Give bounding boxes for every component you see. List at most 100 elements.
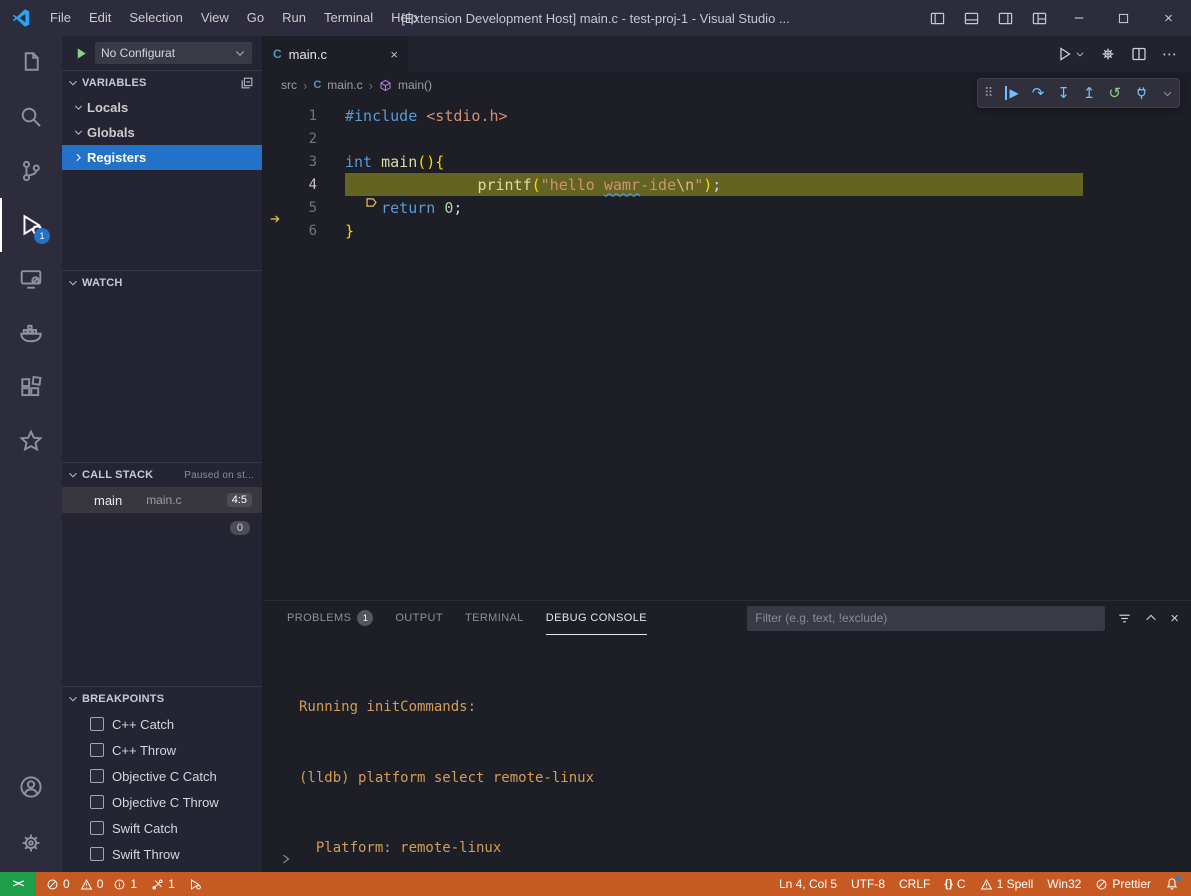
tab-output[interactable]: OUTPUT	[395, 601, 443, 635]
call-stack-header[interactable]: CALL STACK Paused on st...	[62, 463, 262, 487]
formatter-status[interactable]: Prettier	[1095, 877, 1151, 891]
tab-debug-console[interactable]: DEBUG CONSOLE	[546, 601, 647, 635]
vscode-logo-icon	[11, 8, 31, 28]
explorer-icon[interactable]	[0, 36, 62, 90]
checkbox[interactable]	[90, 821, 104, 835]
line-number[interactable]: 2	[263, 131, 317, 147]
breadcrumb-src[interactable]: src	[281, 78, 297, 92]
close-button[interactable]: ×	[1146, 0, 1191, 36]
checkbox[interactable]	[90, 717, 104, 731]
start-debug-icon[interactable]	[74, 46, 89, 61]
run-and-debug-icon[interactable]: 1	[0, 198, 62, 252]
breakpoint-row[interactable]: C++ Throw	[62, 737, 262, 763]
breakpoint-row[interactable]: Objective C Catch	[62, 763, 262, 789]
variables-locals-row[interactable]: Locals	[62, 95, 262, 120]
variables-registers-row[interactable]: Registers	[62, 145, 262, 170]
cursor-position[interactable]: Ln 4, Col 5	[779, 877, 837, 891]
remote-explorer-icon[interactable]	[0, 252, 62, 306]
menu-edit[interactable]: Edit	[80, 0, 120, 36]
menu-terminal[interactable]: Terminal	[315, 0, 382, 36]
more-actions-icon[interactable]: ⋯	[1162, 45, 1177, 63]
restart-icon[interactable]: ↺	[1108, 84, 1121, 102]
menu-run[interactable]: Run	[273, 0, 315, 36]
editor-group: C main.c × ⋯ src ›	[263, 36, 1191, 872]
drag-grip-icon[interactable]: ⠿	[984, 85, 993, 101]
accounts-icon[interactable]	[0, 760, 62, 814]
line-number[interactable]: 1	[263, 108, 317, 124]
code-token: return	[381, 199, 435, 217]
tab-terminal[interactable]: TERMINAL	[465, 601, 524, 635]
braces-icon: {}	[944, 878, 953, 890]
menu-file[interactable]: File	[41, 0, 80, 36]
tools-status[interactable]: 1	[151, 877, 175, 891]
platform-indicator[interactable]: Win32	[1047, 877, 1081, 891]
extensions-icon[interactable]	[0, 360, 62, 414]
checkbox[interactable]	[90, 795, 104, 809]
spell-checker-status[interactable]: 1 Spell	[980, 877, 1034, 891]
locals-label: Locals	[87, 100, 128, 115]
variables-globals-row[interactable]: Globals	[62, 120, 262, 145]
notifications-bell-icon[interactable]	[1165, 877, 1179, 891]
split-editor-icon[interactable]	[1131, 46, 1147, 62]
line-number[interactable]: 3	[263, 154, 317, 170]
console-filter-input[interactable]	[747, 606, 1105, 631]
problems-status[interactable]: 0 0 1	[46, 877, 137, 891]
toggle-sidebar-icon[interactable]	[920, 0, 954, 36]
step-over-icon[interactable]: ↷	[1032, 84, 1045, 102]
breadcrumb-symbol[interactable]: main()	[398, 78, 432, 92]
disconnect-plug-icon[interactable]	[1134, 86, 1149, 101]
star-icon[interactable]	[0, 414, 62, 468]
call-stack-frame-row[interactable]: main main.c 4:5	[62, 487, 262, 513]
warning-icon	[980, 878, 993, 891]
tab-problems[interactable]: PROBLEMS 1	[287, 601, 373, 635]
breadcrumb-file[interactable]: main.c	[327, 78, 362, 92]
run-or-debug-icon[interactable]	[1057, 46, 1085, 62]
filter-lines-icon[interactable]	[1117, 611, 1132, 626]
checkbox[interactable]	[90, 769, 104, 783]
menu-go[interactable]: Go	[238, 0, 273, 36]
toggle-panel-icon[interactable]	[954, 0, 988, 36]
chevron-down-icon	[66, 76, 80, 90]
debug-status-icon[interactable]	[189, 878, 202, 891]
checkbox[interactable]	[90, 743, 104, 757]
minimize-button[interactable]	[1056, 0, 1101, 36]
line-number[interactable]: 4	[263, 177, 317, 193]
customize-layout-icon[interactable]	[1022, 0, 1056, 36]
tab-main-c[interactable]: C main.c ×	[263, 36, 408, 72]
encoding[interactable]: UTF-8	[851, 877, 885, 891]
debug-config-select[interactable]: No Configurat	[95, 42, 252, 64]
toggle-secondary-sidebar-icon[interactable]	[988, 0, 1022, 36]
settings-gear-icon[interactable]	[0, 814, 62, 872]
breakpoints-header[interactable]: BREAKPOINTS	[62, 687, 262, 711]
console-input-chevron-icon[interactable]	[279, 852, 293, 866]
search-icon[interactable]	[0, 90, 62, 144]
watch-header[interactable]: WATCH	[62, 271, 262, 295]
variables-header[interactable]: VARIABLES	[62, 71, 262, 95]
breakpoint-row[interactable]: Swift Catch	[62, 815, 262, 841]
code-editor[interactable]: 1 #include <stdio.h> 2 3 int main(){ 4 p…	[263, 98, 1191, 600]
breakpoint-row[interactable]: Swift Throw	[62, 841, 262, 867]
remote-indicator[interactable]: ><	[0, 872, 36, 896]
close-tab-icon[interactable]: ×	[390, 47, 398, 62]
language-mode[interactable]: {} C	[944, 877, 965, 891]
debug-console-output[interactable]: Running initCommands: (lldb) platform se…	[263, 635, 1191, 872]
gear-icon[interactable]	[1100, 46, 1116, 62]
docker-icon[interactable]	[0, 306, 62, 360]
line-number[interactable]: 5	[263, 200, 317, 216]
close-panel-icon[interactable]: ×	[1170, 610, 1179, 627]
chevron-down-icon[interactable]	[1162, 88, 1173, 99]
maximize-button[interactable]	[1101, 0, 1146, 36]
breakpoint-row[interactable]: Objective C Throw	[62, 789, 262, 815]
source-control-icon[interactable]	[0, 144, 62, 198]
checkbox[interactable]	[90, 847, 104, 861]
menu-view[interactable]: View	[192, 0, 238, 36]
step-out-icon[interactable]: ↥	[1083, 84, 1096, 102]
breakpoint-row[interactable]: C++ Catch	[62, 711, 262, 737]
menu-selection[interactable]: Selection	[120, 0, 191, 36]
line-number[interactable]: 6	[263, 223, 317, 239]
continue-icon[interactable]: ▶	[1005, 86, 1018, 100]
step-into-icon[interactable]: ↧	[1057, 84, 1070, 102]
chevron-up-icon[interactable]	[1144, 611, 1158, 625]
collapse-all-icon[interactable]	[240, 76, 254, 90]
eol-indicator[interactable]: CRLF	[899, 877, 930, 891]
